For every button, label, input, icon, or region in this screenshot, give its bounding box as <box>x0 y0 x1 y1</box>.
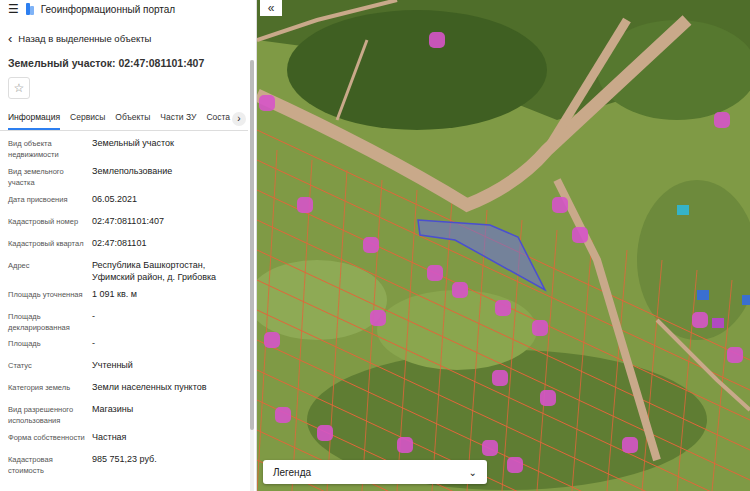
field-label: Вид разрешенного использования <box>8 403 88 427</box>
tab-bar: Информация Сервисы Объекты Части ЗУ Соста › <box>0 107 248 131</box>
field-row: Форма собственности Частная <box>8 431 240 449</box>
back-link[interactable]: ‹ Назад в выделенные объекты <box>0 18 248 51</box>
scrollbar[interactable] <box>250 60 254 491</box>
field-label: Кадастровый номер <box>8 215 88 228</box>
field-value: - <box>92 337 240 350</box>
field-row: Адрес Республика Башкортостан, Уфимский … <box>8 259 240 284</box>
field-label: Форма собственности <box>8 431 88 444</box>
geoportal-screen: ☰ Геоинформационный портал ‹ Назад в выд… <box>0 0 750 491</box>
selected-parcel[interactable] <box>418 220 545 290</box>
field-row: Статус Учтенный <box>8 359 240 377</box>
portal-logo-icon <box>25 3 35 15</box>
field-row: Кадастровый номер 02:47:081101:407 <box>8 215 240 233</box>
field-value: 06.05.2021 <box>92 193 240 206</box>
field-row: Площадь - <box>8 337 240 355</box>
field-row: Кадастровая стоимость 985 751,23 руб. <box>8 453 240 477</box>
field-label: Площадь <box>8 337 88 350</box>
field-label: Площадь декларированная <box>8 310 88 334</box>
tab[interactable]: Сервисы <box>70 107 105 130</box>
field-value: 02:47:081101:407 <box>92 215 240 228</box>
tab[interactable]: Информация <box>8 107 60 130</box>
object-title: Земельный участок: 02:47:081101:407 <box>0 51 248 73</box>
field-label: Кадастровая стоимость <box>8 453 88 477</box>
field-label: Кадастровый квартал <box>8 237 88 250</box>
field-value: 02:47:081101 <box>92 237 240 250</box>
tabs-next-button[interactable]: › <box>232 112 246 126</box>
collapse-panel-button[interactable]: « <box>260 0 282 16</box>
field-label: Дата присвоения <box>8 193 88 206</box>
field-value: Республика Башкортостан, Уфимский район,… <box>92 259 240 284</box>
field-label: Площадь уточненная <box>8 288 88 301</box>
field-value: 1 091 кв. м <box>92 288 240 301</box>
field-label: Вид объекта недвижимости <box>8 137 88 161</box>
satellite-map[interactable] <box>257 0 750 491</box>
field-value: Магазины <box>92 403 240 416</box>
field-value: Частная <box>92 431 240 444</box>
field-row: Вид земельного участка Землепользование <box>8 165 240 189</box>
field-label: Статус <box>8 359 88 372</box>
app-header: ☰ Геоинформационный портал <box>0 0 248 18</box>
favorite-star-icon[interactable]: ☆ <box>8 77 30 99</box>
field-value: Земли населенных пунктов <box>92 381 240 394</box>
menu-icon[interactable]: ☰ <box>8 2 19 16</box>
field-row: Вид разрешенного использования Магазины <box>8 403 240 427</box>
field-row: Дата присвоения 06.05.2021 <box>8 193 240 211</box>
field-value: 985 751,23 руб. <box>92 453 240 466</box>
chevron-icon: ⌄ <box>469 467 477 478</box>
field-value: Земельный участок <box>92 137 240 150</box>
tab[interactable]: Соста <box>206 107 230 130</box>
field-label: Адрес <box>8 259 88 272</box>
tab[interactable]: Объекты <box>115 107 150 130</box>
field-list: Вид объекта недвижимости Земельный участ… <box>0 131 248 477</box>
field-label: Вид земельного участка <box>8 165 88 189</box>
field-row: Категория земель Земли населенных пункто… <box>8 381 240 399</box>
field-row: Вид объекта недвижимости Земельный участ… <box>8 137 240 161</box>
field-label: Категория земель <box>8 381 88 394</box>
field-row: Площадь уточненная 1 091 кв. м <box>8 288 240 306</box>
info-panel: ☰ Геоинформационный портал ‹ Назад в выд… <box>0 0 257 491</box>
field-row: Кадастровый квартал 02:47:081101 <box>8 237 240 255</box>
field-value: Учтенный <box>92 359 240 372</box>
app-title: Геоинформационный портал <box>41 4 175 15</box>
tab[interactable]: Части ЗУ <box>160 107 196 130</box>
map-view[interactable]: « Легенда ⌄ <box>257 0 750 491</box>
field-value: - <box>92 310 240 323</box>
field-row: Площадь декларированная - <box>8 310 240 334</box>
back-arrow-icon: ‹ <box>8 32 12 45</box>
field-value: Землепользование <box>92 165 240 178</box>
legend-dropdown[interactable]: Легенда ⌄ <box>263 460 487 484</box>
